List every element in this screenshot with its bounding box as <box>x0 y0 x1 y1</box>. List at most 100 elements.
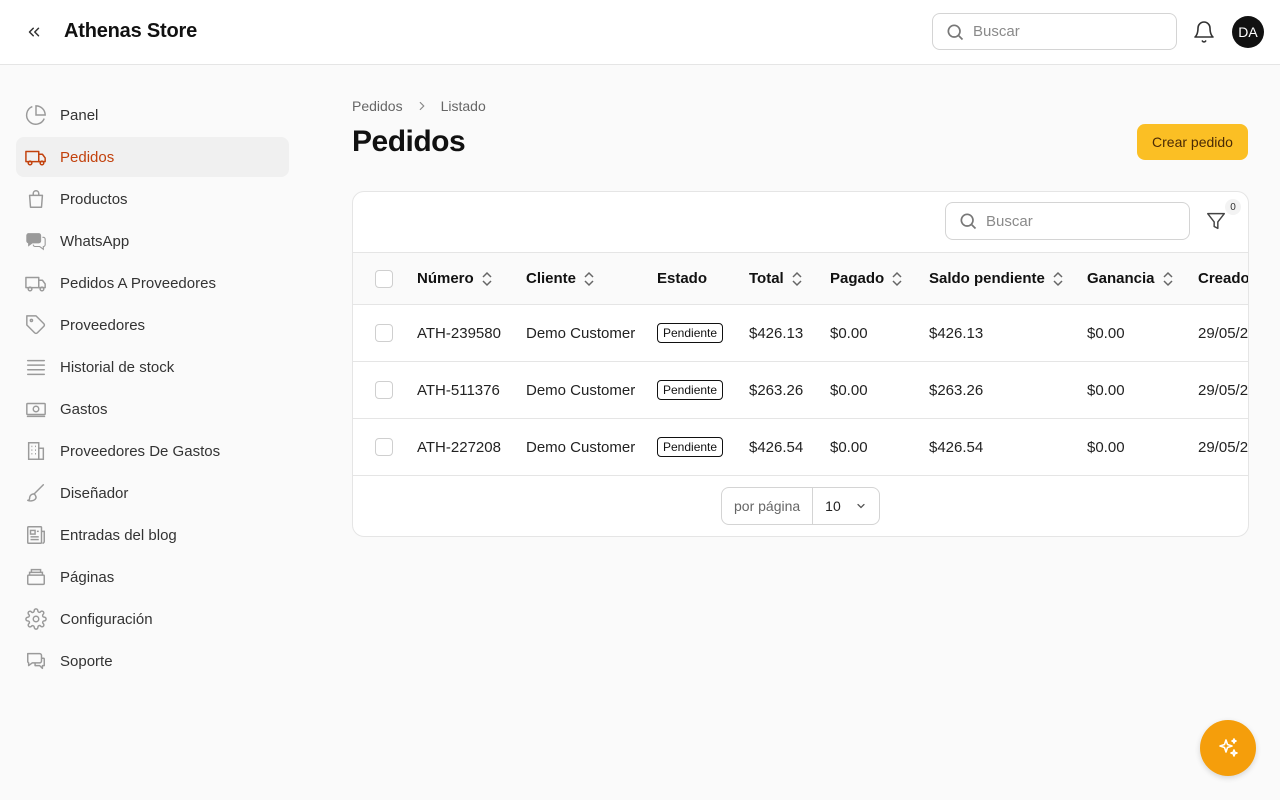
building-icon <box>24 439 48 463</box>
per-page-label: por página <box>722 488 814 524</box>
sidebar-item-label: Panel <box>60 106 99 124</box>
sidebar-item-label: Pedidos A Proveedores <box>60 274 216 292</box>
breadcrumb-current: Listado <box>440 98 486 114</box>
row-checkbox[interactable] <box>375 438 393 456</box>
sidebar-item-historial-stock[interactable]: Historial de stock <box>16 347 289 387</box>
ai-assistant-sparkle-button[interactable] <box>1200 720 1256 776</box>
sidebar-item-label: Soporte <box>60 652 113 670</box>
sparkles-icon <box>1219 738 1238 757</box>
sort-icon <box>790 271 804 287</box>
status-badge: Pendiente <box>657 323 724 343</box>
order-created: 29/05/2 <box>1198 381 1249 399</box>
column-label: Estado <box>657 270 708 287</box>
sidebar: Panel Pedidos Productos WhatsApp Pedidos… <box>16 95 289 683</box>
sidebar-item-paginas[interactable]: Páginas <box>16 557 289 597</box>
table-row[interactable]: ATH-511376 Demo Customer Pendiente $263.… <box>353 362 1248 419</box>
sidebar-item-proveedores[interactable]: Proveedores <box>16 305 289 345</box>
order-number[interactable]: ATH-511376 <box>417 362 500 418</box>
order-paid: $0.00 <box>830 324 868 342</box>
support-chat-icon <box>24 649 48 673</box>
table-row[interactable]: ATH-227208 Demo Customer Pendiente $426.… <box>353 419 1248 476</box>
order-paid: $0.00 <box>830 438 868 456</box>
global-search-input[interactable] <box>973 23 1153 40</box>
sidebar-item-disenador[interactable]: Diseñador <box>16 473 289 513</box>
stack-icon <box>24 355 48 379</box>
order-balance: $426.54 <box>929 438 984 456</box>
row-checkbox[interactable] <box>375 324 393 342</box>
create-order-button[interactable]: Crear pedido <box>1137 124 1248 160</box>
sidebar-item-label: Diseñador <box>60 484 129 502</box>
collapse-sidebar-icon[interactable] <box>22 20 46 44</box>
sidebar-item-blog[interactable]: Entradas del blog <box>16 515 289 555</box>
sidebar-item-label: Configuración <box>60 610 153 628</box>
column-header-cliente[interactable]: Cliente <box>526 253 596 304</box>
column-label: Cliente <box>526 270 577 287</box>
table-search-input[interactable] <box>986 212 1166 230</box>
sidebar-item-label: Pedidos <box>60 148 115 166</box>
sidebar-item-pedidos-proveedores[interactable]: Pedidos A Proveedores <box>16 263 289 303</box>
chat-bubbles-icon <box>24 229 48 253</box>
column-label: Número <box>417 270 474 287</box>
customer-name: Demo Customer <box>526 324 636 342</box>
layers-icon <box>24 565 48 589</box>
order-balance: $263.26 <box>929 381 984 399</box>
global-search[interactable] <box>932 13 1177 50</box>
chevron-down-icon <box>857 503 865 509</box>
per-page-select[interactable]: 10 <box>813 498 879 514</box>
newspaper-icon <box>24 523 48 547</box>
order-profit: $0.00 <box>1087 381 1125 399</box>
row-checkbox[interactable] <box>375 381 393 399</box>
user-avatar[interactable]: DA <box>1232 16 1264 48</box>
order-total: $263.26 <box>749 381 804 399</box>
order-number[interactable]: ATH-239580 <box>417 305 501 361</box>
search-icon <box>960 213 977 230</box>
sort-icon <box>890 271 904 287</box>
breadcrumb: Pedidos Listado <box>352 98 486 114</box>
filter-icon[interactable] <box>1205 210 1227 232</box>
page-title: Pedidos <box>352 125 466 158</box>
banknote-icon <box>24 397 48 421</box>
sidebar-item-panel[interactable]: Panel <box>16 95 289 135</box>
order-created: 29/05/2 <box>1198 438 1249 456</box>
column-header-total[interactable]: Total <box>749 253 804 304</box>
sidebar-item-proveedores-gastos[interactable]: Proveedores De Gastos <box>16 431 289 471</box>
order-paid: $0.00 <box>830 381 868 399</box>
breadcrumb-root-link[interactable]: Pedidos <box>352 98 403 114</box>
sort-icon <box>1161 271 1175 287</box>
select-all-checkbox[interactable] <box>375 269 393 288</box>
pie-chart-icon <box>24 103 48 127</box>
app-title: Athenas Store <box>64 20 197 42</box>
sidebar-item-label: Páginas <box>60 568 115 586</box>
sidebar-item-label: Entradas del blog <box>60 526 177 544</box>
column-header-pagado[interactable]: Pagado <box>830 253 904 304</box>
notifications-bell-icon[interactable] <box>1192 20 1216 44</box>
column-label: Total <box>749 270 784 287</box>
order-created: 29/05/2 <box>1198 324 1249 342</box>
order-total: $426.54 <box>749 438 804 456</box>
sidebar-item-whatsapp[interactable]: WhatsApp <box>16 221 289 261</box>
sidebar-item-soporte[interactable]: Soporte <box>16 641 289 681</box>
order-number[interactable]: ATH-227208 <box>417 419 501 475</box>
sidebar-item-gastos[interactable]: Gastos <box>16 389 289 429</box>
sidebar-item-label: Productos <box>60 190 128 208</box>
sort-icon <box>582 271 596 287</box>
column-header-ganancia[interactable]: Ganancia <box>1087 253 1175 304</box>
search-icon <box>947 24 964 40</box>
sidebar-item-label: Gastos <box>60 400 108 418</box>
per-page-selector: por página 10 <box>721 487 880 525</box>
column-header-saldo[interactable]: Saldo pendiente <box>929 253 1065 304</box>
orders-table-card: 0 Número Cliente Estado Total Pagado Sal… <box>352 191 1249 537</box>
sidebar-item-pedidos[interactable]: Pedidos <box>16 137 289 177</box>
customer-name: Demo Customer <box>526 381 636 399</box>
table-row[interactable]: ATH-239580 Demo Customer Pendiente $426.… <box>353 305 1248 362</box>
table-search[interactable] <box>945 202 1190 240</box>
sidebar-item-label: Proveedores <box>60 316 146 334</box>
column-header-creado[interactable]: Creado <box>1198 253 1248 304</box>
sidebar-item-productos[interactable]: Productos <box>16 179 289 219</box>
truck-icon <box>24 145 48 169</box>
order-total: $426.13 <box>749 324 804 342</box>
column-header-numero[interactable]: Número <box>417 253 494 304</box>
sidebar-item-configuracion[interactable]: Configuración <box>16 599 289 639</box>
chevron-right-icon <box>415 99 429 113</box>
truck-outline-icon <box>24 271 48 295</box>
